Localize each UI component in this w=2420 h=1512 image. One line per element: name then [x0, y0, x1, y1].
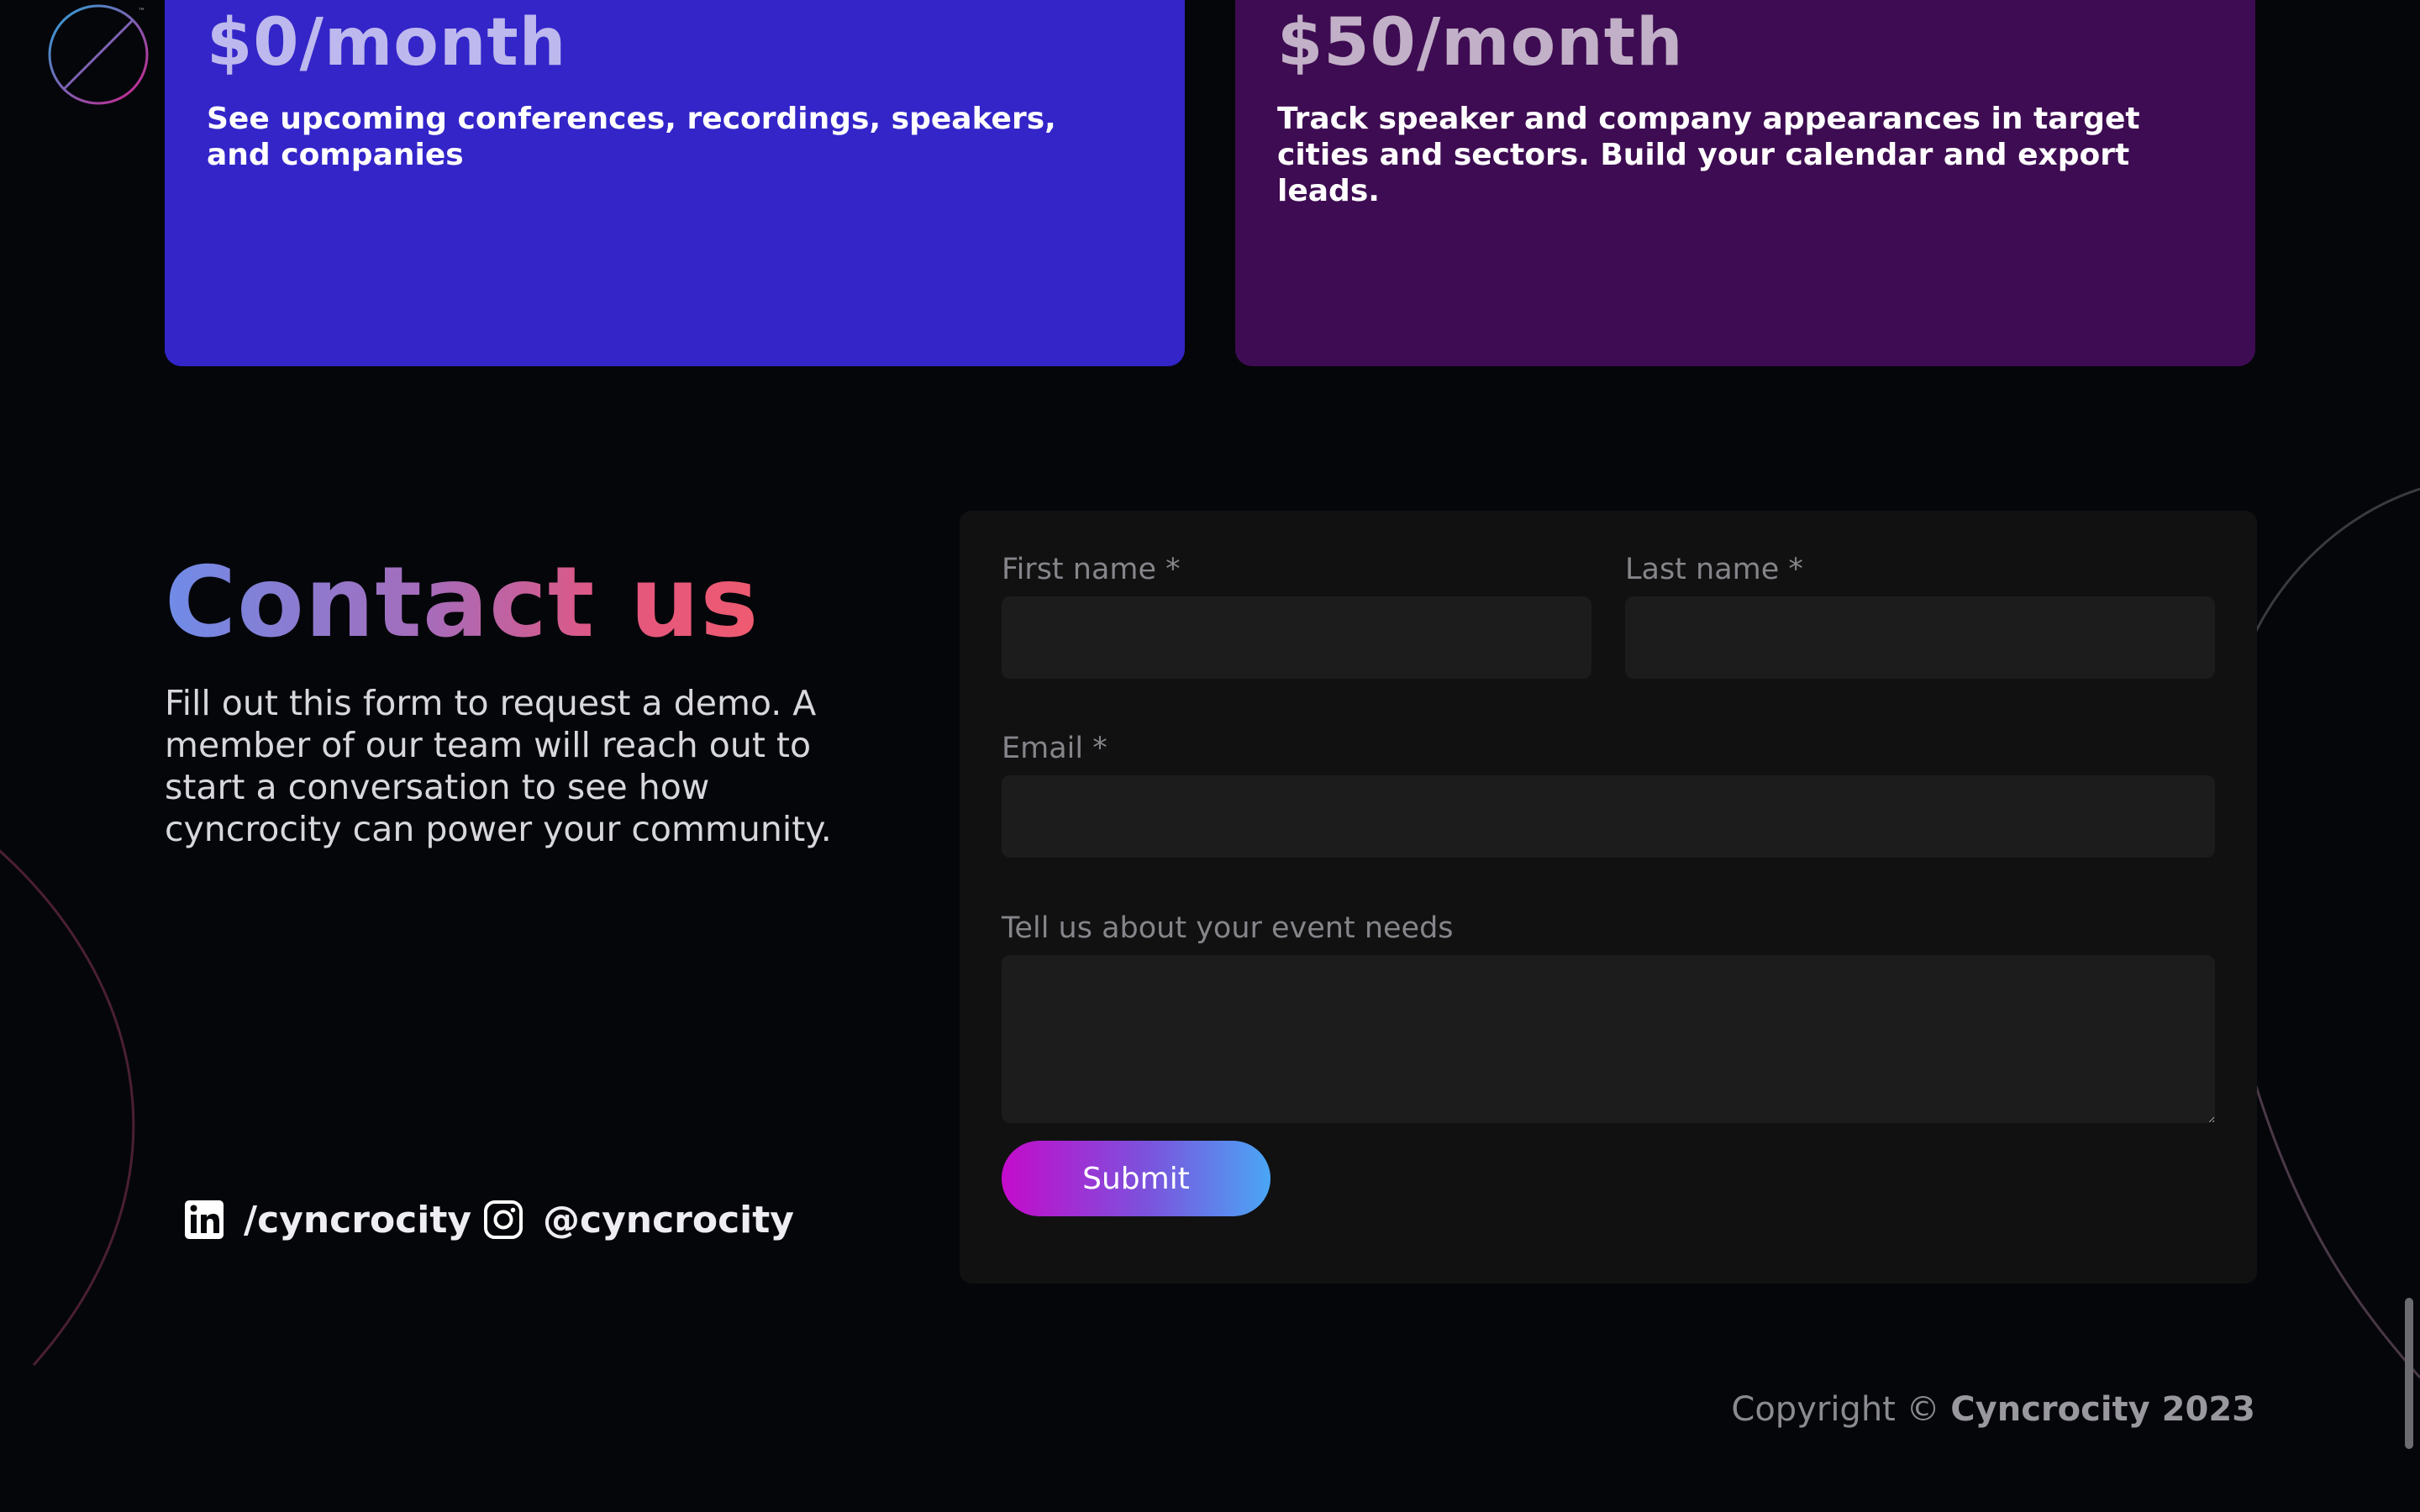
contact-title: Contact us [165, 546, 760, 659]
price-pro: $50/month [1277, 5, 1684, 81]
first-name-input[interactable] [1002, 596, 1591, 679]
cyncrocity-logo-icon[interactable]: ™ [44, 0, 153, 109]
svg-text:™: ™ [138, 8, 145, 16]
instagram-label: @cyncrocity [543, 1198, 794, 1242]
description-free: See upcoming conferences, recordings, sp… [207, 102, 1056, 172]
submit-button[interactable]: Submit [1002, 1141, 1270, 1216]
pricing-card-free: $0/month See upcoming conferences, recor… [165, 0, 1185, 366]
contact-description: Fill out this form to request a demo. A … [165, 683, 832, 849]
linkedin-link[interactable]: /cyncrocity [183, 1194, 471, 1245]
contact-form: First name * Last name * Email * Tell us… [960, 511, 2257, 1284]
first-name-label: First name * [1002, 553, 1181, 586]
price-free: $0/month [207, 5, 567, 81]
last-name-label: Last name * [1625, 553, 1803, 586]
pricing-card-pro: $50/month Track speaker and company appe… [1235, 0, 2255, 366]
last-name-input[interactable] [1625, 596, 2215, 679]
copyright: Copyright © Cyncrocity 2023 [1731, 1390, 2255, 1429]
right-arc [2242, 487, 2420, 678]
event-needs-label: Tell us about your event needs [1002, 911, 1454, 945]
event-needs-textarea[interactable] [1002, 955, 2215, 1123]
right-arc-lower [2254, 1083, 2420, 1378]
email-input[interactable] [1002, 775, 2215, 858]
instagram-icon [484, 1200, 523, 1239]
scrollbar-thumb[interactable] [2405, 1298, 2413, 1449]
copyright-brand: Cyncrocity 2023 [1950, 1390, 2255, 1429]
description-pro: Track speaker and company appearances in… [1277, 102, 2140, 208]
linkedin-label: /cyncrocity [244, 1198, 472, 1242]
email-label: Email * [1002, 732, 1107, 765]
left-arc [0, 849, 135, 1366]
copyright-prefix: Copyright © [1731, 1390, 1940, 1429]
linkedin-icon [185, 1200, 224, 1239]
instagram-link[interactable]: @cyncrocity [482, 1194, 794, 1245]
